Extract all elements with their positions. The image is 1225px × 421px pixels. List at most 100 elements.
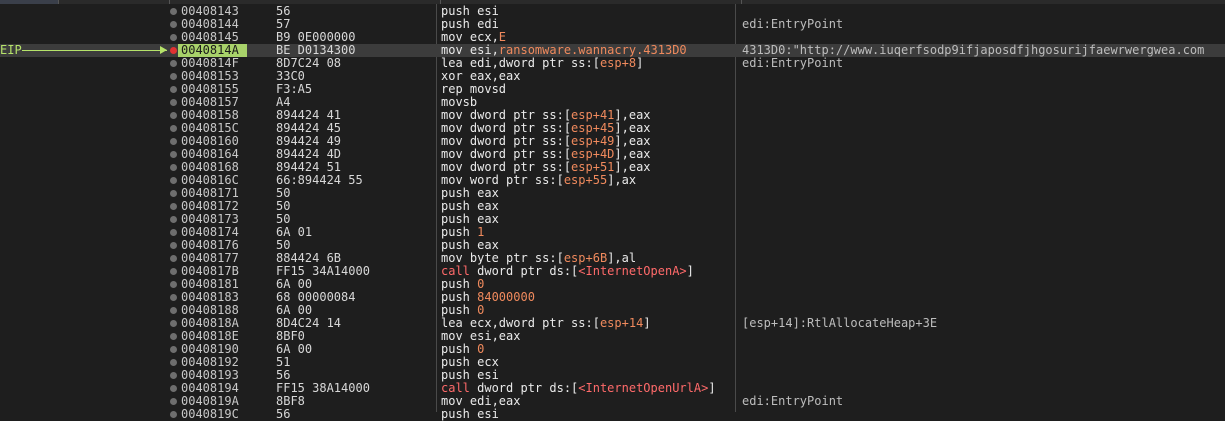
- instruction-cell[interactable]: movsb: [441, 96, 733, 109]
- breakpoint-dot-icon[interactable]: [170, 8, 177, 15]
- instruction-cell[interactable]: push eax: [441, 200, 733, 213]
- breakpoint-dot-icon[interactable]: [170, 281, 177, 288]
- breakpoint-dot-icon[interactable]: [170, 242, 177, 249]
- instruction-row[interactable]: 0040819A 8BF8 mov edi,eax edi:EntryPoint: [0, 395, 1225, 408]
- breakpoint-toggle[interactable]: [169, 395, 178, 408]
- instruction-cell[interactable]: mov ecx,E: [441, 31, 733, 44]
- address-cell[interactable]: 00408174: [181, 226, 271, 239]
- address-cell[interactable]: 00408145: [181, 31, 271, 44]
- breakpoint-toggle[interactable]: [169, 291, 178, 304]
- address-cell[interactable]: 0040818E: [181, 330, 271, 343]
- tab-segment[interactable]: [170, 0, 441, 4]
- breakpoint-toggle[interactable]: [169, 161, 178, 174]
- address-cell[interactable]: 00408164: [181, 148, 271, 161]
- breakpoint-dot-icon[interactable]: [170, 86, 177, 93]
- breakpoint-dot-icon[interactable]: [170, 112, 177, 119]
- breakpoint-dot-icon[interactable]: [170, 34, 177, 41]
- instruction-cell[interactable]: push 84000000: [441, 291, 733, 304]
- breakpoint-dot-icon[interactable]: [170, 346, 177, 353]
- address-cell[interactable]: 0040816C: [181, 174, 271, 187]
- breakpoint-toggle[interactable]: [169, 343, 178, 356]
- address-cell[interactable]: 00408143: [181, 5, 271, 18]
- instruction-row[interactable]: 0040814F 8D7C24 08 lea edi,dword ptr ss:[e…: [0, 57, 1225, 70]
- address-cell[interactable]: 00408153: [181, 70, 271, 83]
- instruction-cell[interactable]: push 0: [441, 304, 733, 317]
- address-cell[interactable]: 0040819A: [181, 395, 271, 408]
- instruction-cell[interactable]: push edi: [441, 18, 733, 31]
- instruction-cell[interactable]: mov dword ptr ss:[esp+51],eax: [441, 161, 733, 174]
- breakpoint-toggle[interactable]: [169, 408, 178, 421]
- address-cell[interactable]: 00408160: [181, 135, 271, 148]
- instruction-cell[interactable]: mov word ptr ss:[esp+55],ax: [441, 174, 733, 187]
- breakpoint-icon[interactable]: [170, 47, 177, 54]
- instruction-cell[interactable]: mov edi,eax: [441, 395, 733, 408]
- breakpoint-toggle[interactable]: [169, 5, 178, 18]
- instruction-cell[interactable]: push eax: [441, 239, 733, 252]
- instruction-cell[interactable]: push esi: [441, 5, 733, 18]
- breakpoint-dot-icon[interactable]: [170, 164, 177, 171]
- instruction-cell[interactable]: push eax: [441, 213, 733, 226]
- instruction-row[interactable]: 00408174 6A 01 push 1: [0, 226, 1225, 239]
- address-cell[interactable]: 00408158: [181, 109, 271, 122]
- breakpoint-toggle[interactable]: [169, 83, 178, 96]
- instruction-row[interactable]: 00408173 50 push eax: [0, 213, 1225, 226]
- instruction-cell[interactable]: push 0: [441, 278, 733, 291]
- current-instruction-row[interactable]: EIP 0040814A BE D0134300 mov esi,ransomware…: [0, 44, 1225, 57]
- breakpoint-toggle[interactable]: [169, 122, 178, 135]
- instruction-row[interactable]: 0040818E 8BF0 mov esi,eax: [0, 330, 1225, 343]
- instruction-cell[interactable]: mov dword ptr ss:[esp+49],eax: [441, 135, 733, 148]
- instruction-cell[interactable]: push 1: [441, 226, 733, 239]
- address-cell[interactable]: 00408188: [181, 304, 271, 317]
- address-cell[interactable]: 0040814F: [181, 57, 271, 70]
- instruction-cell[interactable]: push eax: [441, 187, 733, 200]
- breakpoint-toggle[interactable]: [169, 278, 178, 291]
- instruction-cell[interactable]: mov esi,ransomware.wannacry.4313D0: [441, 44, 733, 57]
- breakpoint-dot-icon[interactable]: [170, 294, 177, 301]
- breakpoint-toggle[interactable]: [169, 252, 178, 265]
- instruction-row[interactable]: 0040818A 8D4C24 14 lea ecx,dword ptr ss:[e…: [0, 317, 1225, 330]
- address-cell[interactable]: 00408192: [181, 356, 271, 369]
- instruction-row[interactable]: 00408176 50 push eax: [0, 239, 1225, 252]
- instruction-row[interactable]: 00408183 68 00000084 push 84000000: [0, 291, 1225, 304]
- address-cell[interactable]: 0040814A: [178, 44, 247, 57]
- address-cell[interactable]: 00408173: [181, 213, 271, 226]
- breakpoint-toggle[interactable]: [169, 187, 178, 200]
- breakpoint-dot-icon[interactable]: [170, 255, 177, 262]
- address-cell[interactable]: 00408171: [181, 187, 271, 200]
- instruction-row[interactable]: 0040815C 894424 45 mov dword ptr ss:[esp+4…: [0, 122, 1225, 135]
- breakpoint-toggle[interactable]: [169, 96, 178, 109]
- breakpoint-toggle[interactable]: [169, 226, 178, 239]
- address-cell[interactable]: 00408190: [181, 343, 271, 356]
- instruction-cell[interactable]: push ecx: [441, 356, 733, 369]
- breakpoint-dot-icon[interactable]: [170, 398, 177, 405]
- breakpoint-toggle[interactable]: [169, 330, 178, 343]
- instruction-row[interactable]: 00408155 F3:A5 rep movsd: [0, 83, 1225, 96]
- instruction-cell[interactable]: lea ecx,dword ptr ss:[esp+14]: [441, 317, 733, 330]
- instruction-row[interactable]: 00408143 56 push esi: [0, 5, 1225, 18]
- breakpoint-dot-icon[interactable]: [170, 138, 177, 145]
- address-cell[interactable]: 00408193: [181, 369, 271, 382]
- instruction-cell[interactable]: mov dword ptr ss:[esp+41],eax: [441, 109, 733, 122]
- breakpoint-dot-icon[interactable]: [170, 177, 177, 184]
- address-cell[interactable]: 0040818A: [181, 317, 271, 330]
- address-cell[interactable]: 00408157: [181, 96, 271, 109]
- instruction-row[interactable]: 0040816C 66:894424 55 mov word ptr ss:[esp…: [0, 174, 1225, 187]
- breakpoint-toggle[interactable]: [169, 70, 178, 83]
- address-cell[interactable]: 00408176: [181, 239, 271, 252]
- instruction-cell[interactable]: xor eax,eax: [441, 70, 733, 83]
- instruction-cell[interactable]: push 0: [441, 343, 733, 356]
- breakpoint-dot-icon[interactable]: [170, 307, 177, 314]
- instruction-row[interactable]: 00408164 894424 4D mov dword ptr ss:[esp+4…: [0, 148, 1225, 161]
- breakpoint-dot-icon[interactable]: [170, 21, 177, 28]
- address-cell[interactable]: 00408172: [181, 200, 271, 213]
- address-cell[interactable]: 00408194: [181, 382, 271, 395]
- address-cell[interactable]: 00408144: [181, 18, 271, 31]
- breakpoint-dot-icon[interactable]: [170, 411, 177, 418]
- breakpoint-dot-icon[interactable]: [170, 60, 177, 67]
- breakpoint-toggle[interactable]: [169, 135, 178, 148]
- instruction-row[interactable]: 00408153 33C0 xor eax,eax: [0, 70, 1225, 83]
- tab-segment[interactable]: [441, 0, 742, 4]
- address-cell[interactable]: 0040819C: [181, 408, 271, 421]
- breakpoint-dot-icon[interactable]: [170, 73, 177, 80]
- address-cell[interactable]: 00408155: [181, 83, 271, 96]
